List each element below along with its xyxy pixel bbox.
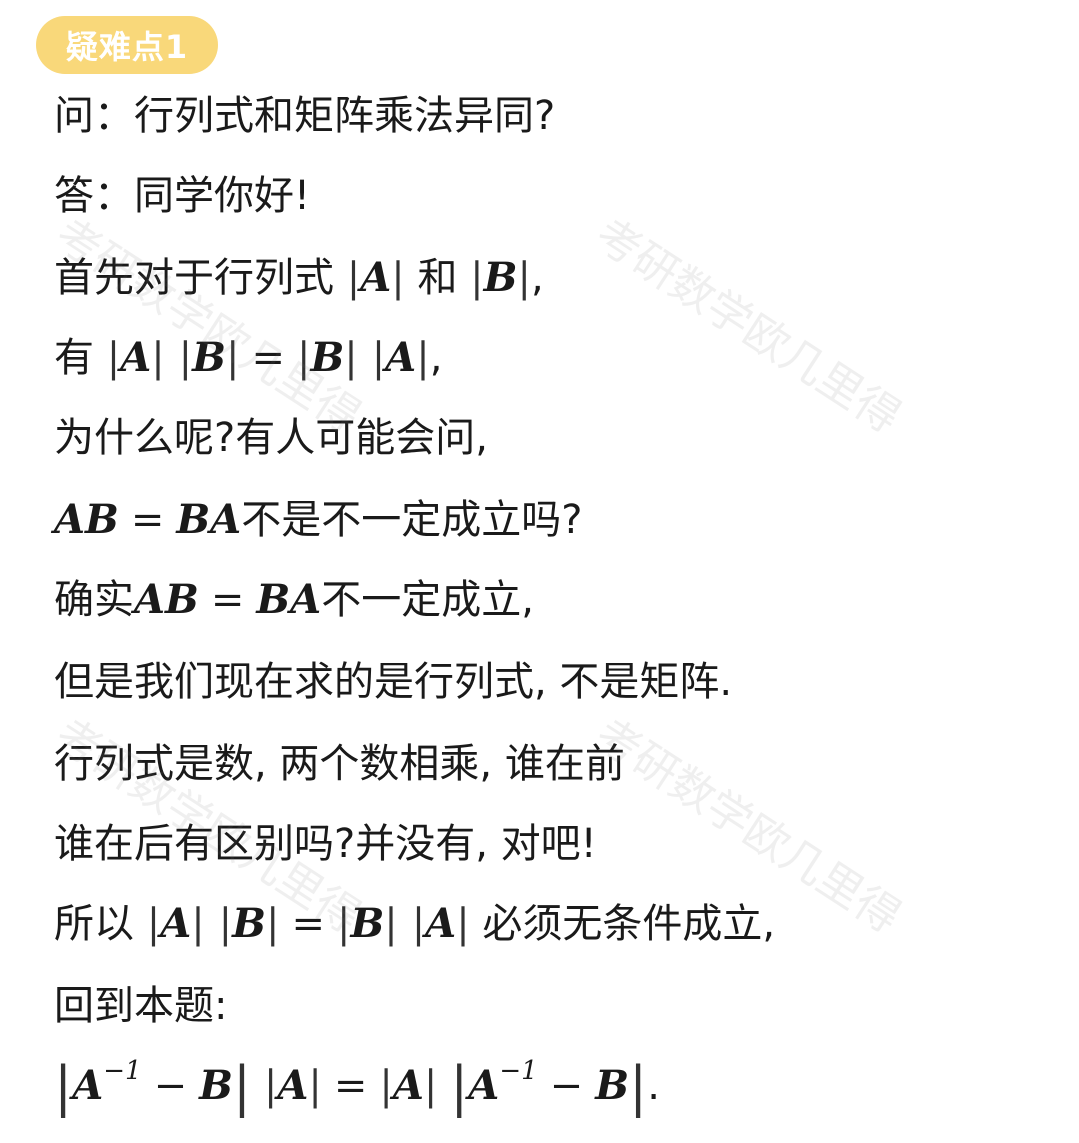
formula-ba: BA (256, 576, 322, 623)
text-segment: 不是不一定成立吗? (241, 497, 583, 543)
text-segment: 确实 (54, 577, 134, 623)
punct: , (429, 335, 443, 381)
watermark: 考研数学欧几里得 (586, 209, 910, 444)
formula-det-ainv-minus-b: |A−1− B| (54, 1055, 252, 1118)
difficulty-badge: 疑难点1 (36, 16, 218, 74)
text-segment: 必须无条件成立, (482, 901, 776, 947)
formula-det-ainv-minus-b: |A−1− B| (450, 1055, 648, 1118)
final-formula: |A−1− B| |A| = |A| |A−1− B|. (54, 1058, 660, 1115)
formula-det-product-ba: |B| |A| (336, 900, 470, 947)
text-segment: 不一定成立, (321, 577, 534, 623)
equals-sign: = (251, 335, 285, 381)
line-det-equality: 有 |A| |B| = |B| |A|, (54, 330, 442, 386)
watermark: 考研数学欧几里得 (46, 209, 370, 444)
line-matrix-question: AB = BA不是不一定成立吗? (54, 492, 582, 548)
line-so: 所以 |A| |B| = |B| |A| 必须无条件成立, (54, 896, 775, 952)
equals-sign: = (130, 497, 165, 543)
text-segment: 首先对于行列式 (54, 255, 334, 301)
equals-sign: = (291, 901, 325, 947)
formula-ab: AB (54, 496, 119, 543)
formula-ba: BA (176, 496, 242, 543)
text-segment: 和 (417, 255, 458, 301)
formula-det-product-ba: |B| |A| (296, 334, 430, 381)
line-indeed: 确实AB = BA不一定成立, (54, 572, 534, 628)
line-numbers: 行列式是数, 两个数相乘, 谁在前 (54, 741, 625, 787)
formula-det-a: |A| (263, 1062, 322, 1109)
punct: . (647, 1063, 660, 1109)
line-back: 回到本题: (54, 983, 228, 1029)
line-but: 但是我们现在求的是行列式, 不是矩阵. (54, 659, 733, 705)
formula-det-product-ab: |A| |B| (106, 334, 240, 381)
line-determinants-intro: 首先对于行列式 |A| 和 |B|, (54, 250, 544, 306)
formula-ab: AB (134, 576, 199, 623)
equals-sign: = (333, 1063, 368, 1109)
line-why: 为什么呢?有人可能会问, (54, 415, 488, 461)
question-line: 问：行列式和矩阵乘法异同? (54, 93, 556, 139)
formula-det-a: |A| (346, 254, 405, 301)
text-segment: 有 (54, 335, 94, 381)
formula-det-b: |B| (470, 254, 531, 301)
answer-greeting: 答：同学你好! (54, 173, 311, 219)
punct: , (530, 255, 544, 301)
line-order: 谁在后有区别吗?并没有, 对吧! (54, 821, 597, 867)
equals-sign: = (210, 577, 245, 623)
text-segment: 所以 (54, 901, 134, 947)
formula-det-a: |A| (379, 1062, 438, 1109)
formula-det-product-ab: |A| |B| (146, 900, 280, 947)
